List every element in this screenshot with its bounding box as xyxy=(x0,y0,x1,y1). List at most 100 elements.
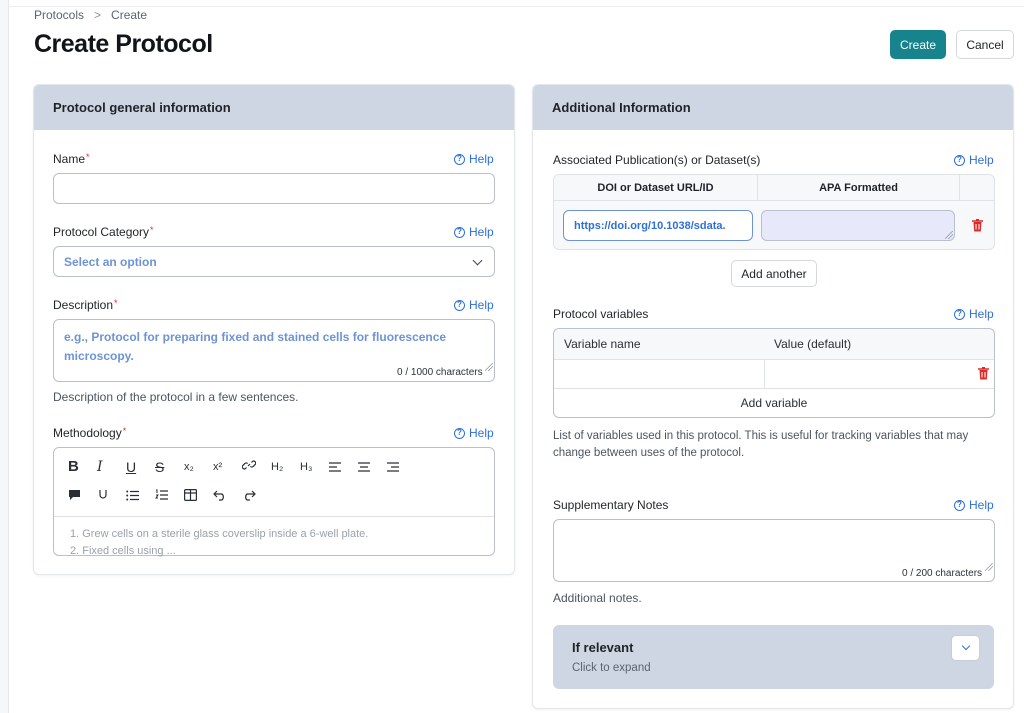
description-placeholder: e.g., Protocol for preparing fixed and s… xyxy=(64,330,447,363)
underline-button[interactable]: U xyxy=(126,459,155,475)
variables-help-link[interactable]: ? Help xyxy=(954,307,994,321)
editor-divider xyxy=(54,516,494,517)
help-icon: ? xyxy=(454,427,465,439)
required-marker: * xyxy=(86,152,90,162)
chevron-down-icon xyxy=(961,641,971,651)
ordered-list-button[interactable] xyxy=(155,488,184,504)
doi-input[interactable]: https://doi.org/10.1038/sdata. xyxy=(563,210,753,241)
redo-button[interactable] xyxy=(242,488,271,504)
resize-handle[interactable] xyxy=(485,363,493,371)
add-variable-button[interactable]: Add variable xyxy=(554,396,994,410)
publications-help-link[interactable]: ? Help xyxy=(954,153,994,167)
ordered-list-icon xyxy=(155,489,168,500)
help-icon: ? xyxy=(954,154,965,166)
clear-format-icon xyxy=(99,490,107,499)
variable-name-cell[interactable] xyxy=(554,360,764,388)
variable-value-cell[interactable] xyxy=(765,360,973,388)
heading-2-button[interactable]: H₂ xyxy=(271,461,300,473)
help-icon: ? xyxy=(954,499,965,511)
italic-button[interactable]: I xyxy=(97,459,126,475)
bullet-list-button[interactable] xyxy=(126,488,155,504)
undo-button[interactable] xyxy=(213,488,242,504)
table-button[interactable] xyxy=(184,488,213,504)
required-marker: * xyxy=(114,298,118,308)
subscript-button[interactable]: x₂ xyxy=(184,461,213,473)
notes-textarea[interactable]: 0 / 200 characters xyxy=(553,519,995,582)
methodology-editor[interactable]: B I U S x₂ x² H₂ H₃ 1. Grew cells on a s… xyxy=(53,447,495,557)
trash-icon[interactable] xyxy=(978,367,989,380)
editor-toolbar-row-2 xyxy=(68,488,271,504)
heading-3-button[interactable]: H₃ xyxy=(300,461,329,473)
apa-column-header: APA Formatted xyxy=(819,182,898,194)
category-label: Protocol Category* xyxy=(53,225,154,239)
description-label: Description* xyxy=(53,298,118,312)
name-label: Name* xyxy=(53,152,90,166)
variable-value-header: Value (default) xyxy=(774,337,852,351)
superscript-button[interactable]: x² xyxy=(213,461,242,473)
link-button[interactable] xyxy=(241,458,271,475)
help-icon: ? xyxy=(454,299,465,311)
resize-handle[interactable] xyxy=(985,563,993,571)
create-button[interactable]: Create xyxy=(890,30,946,59)
breadcrumb: Protocols > Create xyxy=(34,8,147,22)
publications-table: DOI or Dataset URL/ID APA Formatted http… xyxy=(553,174,995,250)
cancel-button[interactable]: Cancel xyxy=(956,30,1014,59)
notes-counter: 0 / 200 characters xyxy=(902,568,983,579)
additional-info-header: Additional Information xyxy=(533,85,1013,130)
publications-label: Associated Publication(s) or Dataset(s) xyxy=(553,153,761,167)
notes-label: Supplementary Notes xyxy=(553,498,669,512)
help-icon: ? xyxy=(454,153,465,165)
strikethrough-button[interactable]: S xyxy=(155,459,184,475)
redo-icon xyxy=(245,490,256,501)
name-input[interactable] xyxy=(53,173,495,204)
if-relevant-subtitle: Click to expand xyxy=(572,662,651,674)
align-center-button[interactable] xyxy=(358,459,387,475)
general-info-header: Protocol general information xyxy=(34,85,514,130)
comment-icon xyxy=(69,490,80,500)
apa-input[interactable] xyxy=(761,210,955,241)
resize-handle[interactable] xyxy=(945,231,953,239)
additional-info-card: Additional Information Associated Public… xyxy=(532,84,1014,709)
if-relevant-section[interactable]: If relevant Click to expand xyxy=(553,625,994,689)
help-label: Help xyxy=(969,153,994,167)
doi-column-header: DOI or Dataset URL/ID xyxy=(597,182,714,194)
bold-button[interactable]: B xyxy=(68,458,97,475)
help-label: Help xyxy=(969,307,994,321)
methodology-label-text: Methodology xyxy=(53,426,122,440)
page-title: Create Protocol xyxy=(34,30,213,58)
help-label: Help xyxy=(469,225,494,239)
methodology-help-link[interactable]: ? Help xyxy=(454,426,494,440)
name-help-link[interactable]: ? Help xyxy=(454,152,494,166)
row-divider xyxy=(554,388,994,389)
variables-table: Variable name Value (default) Add variab… xyxy=(553,328,995,418)
breadcrumb-protocols[interactable]: Protocols xyxy=(34,8,84,22)
help-icon: ? xyxy=(454,226,465,238)
clear-format-button[interactable] xyxy=(97,488,126,504)
align-center-icon xyxy=(358,461,370,472)
align-right-button[interactable] xyxy=(387,459,416,475)
help-icon: ? xyxy=(954,308,965,320)
top-divider xyxy=(9,6,1024,7)
comment-button[interactable] xyxy=(68,488,97,504)
undo-icon xyxy=(213,490,224,501)
editor-toolbar-row-1: B I U S x₂ x² H₂ H₃ xyxy=(68,458,416,475)
category-placeholder: Select an option xyxy=(64,255,157,269)
category-help-link[interactable]: ? Help xyxy=(454,225,494,239)
description-label-text: Description xyxy=(53,298,114,312)
trash-icon[interactable] xyxy=(972,219,983,232)
methodology-label: Methodology* xyxy=(53,426,126,440)
expand-button[interactable] xyxy=(951,635,980,661)
column-divider xyxy=(959,175,960,200)
align-left-button[interactable] xyxy=(329,459,358,475)
category-select[interactable]: Select an option xyxy=(53,246,495,277)
description-counter: 0 / 1000 characters xyxy=(397,367,483,378)
description-help-link[interactable]: ? Help xyxy=(454,298,494,312)
required-marker: * xyxy=(122,426,127,436)
notes-help-link[interactable]: ? Help xyxy=(954,498,994,512)
chevron-down-icon xyxy=(472,255,483,266)
description-textarea[interactable]: e.g., Protocol for preparing fixed and s… xyxy=(53,319,495,382)
required-marker: * xyxy=(150,225,154,235)
link-icon xyxy=(241,460,257,470)
help-label: Help xyxy=(469,426,494,440)
add-another-button[interactable]: Add another xyxy=(731,260,817,287)
